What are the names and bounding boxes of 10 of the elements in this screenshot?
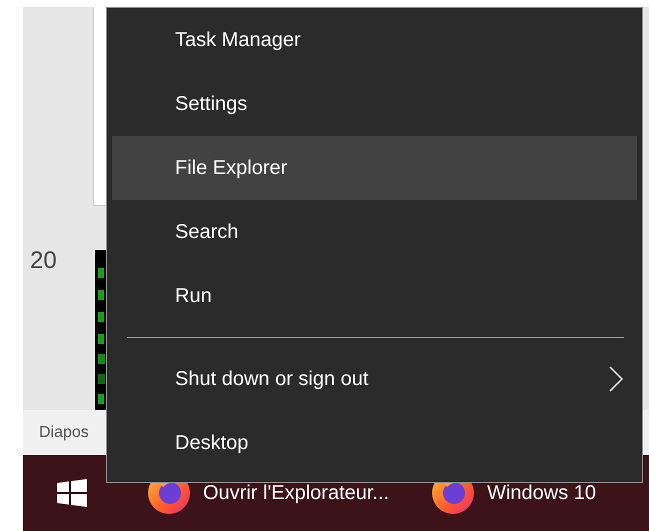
windows-logo-icon[interactable] bbox=[57, 479, 87, 507]
menu-item[interactable]: Shut down or sign out bbox=[112, 347, 637, 411]
line-number: 20 bbox=[30, 246, 57, 276]
menu-item[interactable]: Task Manager bbox=[112, 8, 637, 72]
menu-item[interactable]: Desktop bbox=[112, 411, 637, 475]
status-text: Diapos bbox=[39, 422, 89, 442]
menu-item[interactable]: Run bbox=[112, 264, 637, 328]
menu-item[interactable]: Settings bbox=[112, 72, 637, 136]
menu-item[interactable]: Search bbox=[112, 200, 637, 264]
menu-item[interactable]: File Explorer bbox=[112, 136, 637, 200]
